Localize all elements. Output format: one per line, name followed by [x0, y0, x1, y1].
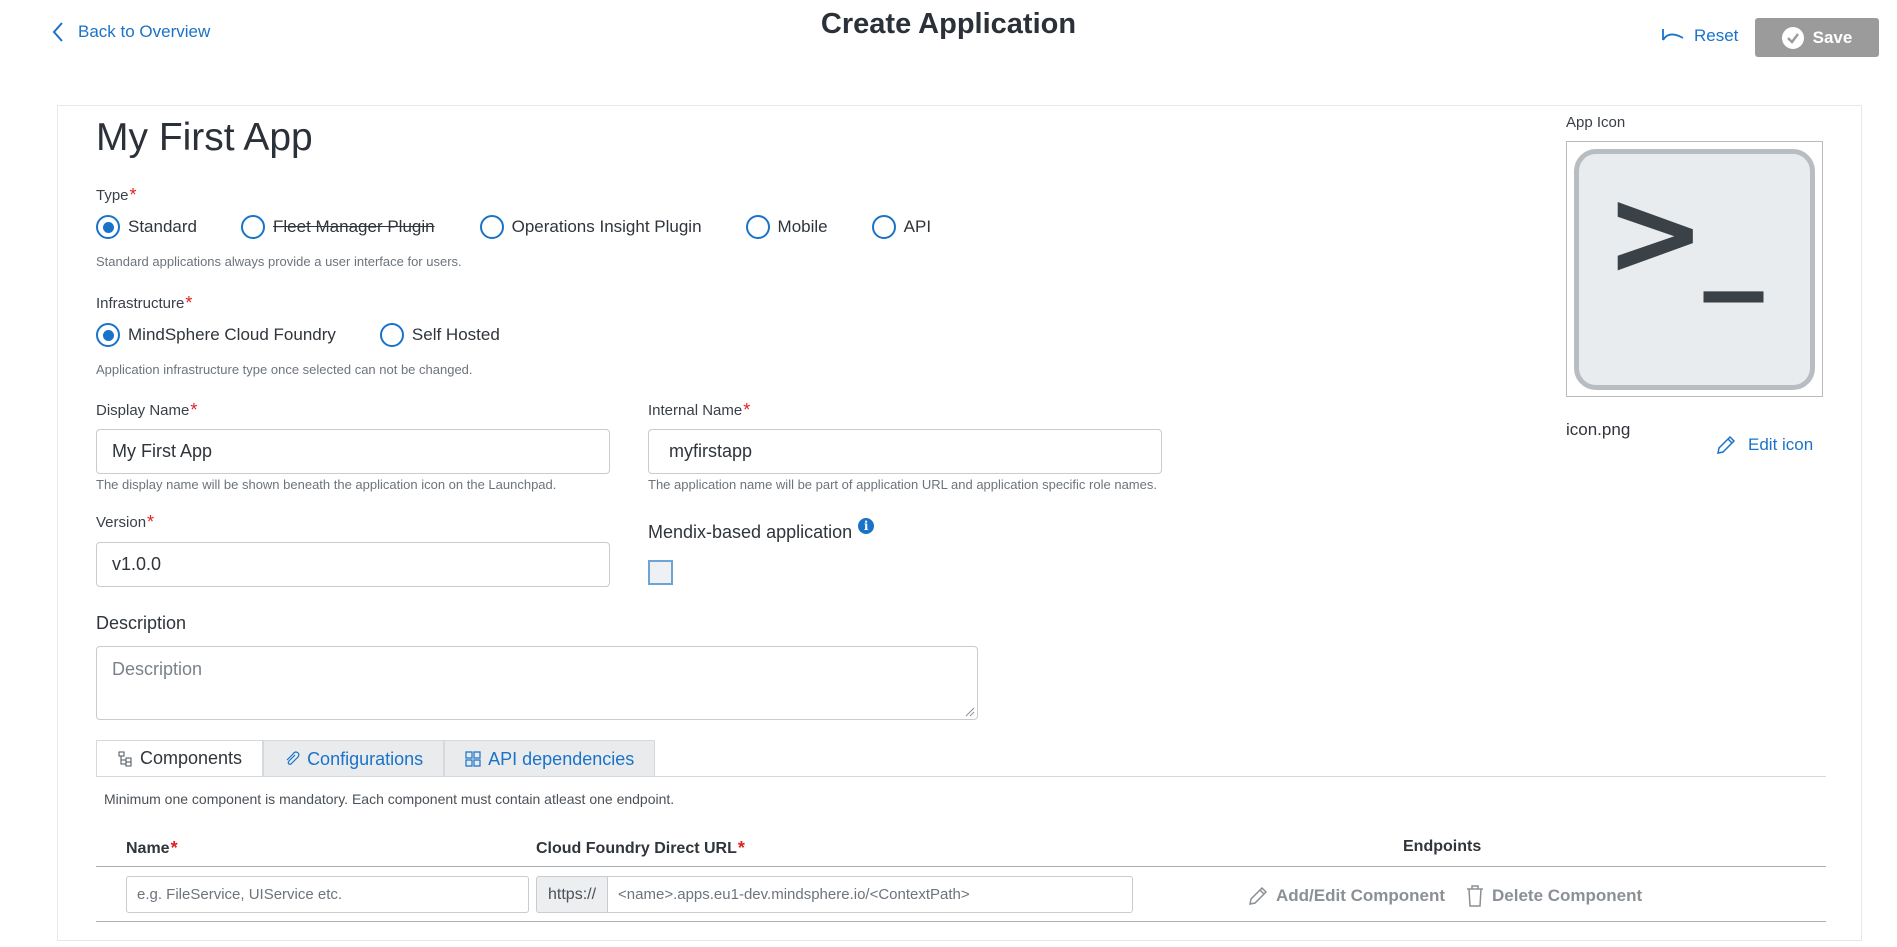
- type-radio-group: Standard Fleet Manager Plugin Operations…: [96, 215, 931, 239]
- icon-filename: icon.png: [1566, 420, 1631, 439]
- component-url-field: https:// <name>.apps.eu1-dev.mindsphere.…: [536, 876, 1134, 913]
- pencil-icon: [1717, 435, 1736, 454]
- infrastructure-label: Infrastructure*: [96, 293, 193, 313]
- resize-handle-icon[interactable]: [965, 707, 975, 717]
- column-header-url: Cloud Foundry Direct URL*: [536, 838, 745, 858]
- type-option-standard[interactable]: Standard: [96, 215, 197, 239]
- infrastructure-option-mindsphere-cloud-foundry[interactable]: MindSphere Cloud Foundry: [96, 323, 336, 347]
- add-edit-component-button[interactable]: Add/Edit Component: [1246, 884, 1445, 908]
- display-name-label: Display Name*: [96, 400, 198, 420]
- tree-icon: [118, 751, 132, 766]
- url-prefix: https://: [536, 876, 608, 913]
- column-header-endpoints: Endpoints: [1403, 838, 1482, 855]
- description-textarea[interactable]: Description: [96, 646, 978, 720]
- internal-name-input[interactable]: myfirstapp: [648, 429, 1162, 474]
- version-label: Version*: [96, 512, 155, 532]
- type-option-operations-insight-plugin[interactable]: Operations Insight Plugin: [479, 215, 702, 239]
- terminal-icon: >_: [1574, 148, 1815, 390]
- type-hint: Standard applications always provide a u…: [96, 254, 462, 269]
- display-name-hint: The display name will be shown beneath t…: [96, 477, 557, 492]
- infrastructure-hint: Application infrastructure type once sel…: [96, 362, 473, 377]
- internal-name-hint: The application name will be part of app…: [648, 477, 1157, 492]
- display-name-input[interactable]: My First App: [96, 429, 610, 474]
- tab-components[interactable]: Components: [96, 740, 264, 777]
- trash-icon: [1467, 885, 1483, 907]
- edit-icon-button[interactable]: Edit icon: [1714, 433, 1813, 457]
- internal-name-label: Internal Name*: [648, 400, 751, 420]
- type-label: Type*: [96, 185, 137, 205]
- undo-icon: [1662, 29, 1684, 41]
- grid-icon: [465, 751, 481, 767]
- type-option-fleet-manager-plugin[interactable]: Fleet Manager Plugin: [241, 215, 435, 239]
- delete-component-button[interactable]: Delete Component: [1464, 884, 1642, 908]
- info-icon[interactable]: i: [858, 518, 875, 534]
- checkmark-icon: [1781, 26, 1804, 49]
- components-note: Minimum one component is mandatory. Each…: [104, 791, 675, 807]
- table-header-divider: [96, 866, 1826, 867]
- save-button[interactable]: Save: [1755, 18, 1879, 57]
- mendix-label: Mendix-based application i: [648, 518, 875, 543]
- version-input[interactable]: v1.0.0: [96, 542, 610, 587]
- app-icon-preview: >_: [1566, 141, 1823, 397]
- component-url-input[interactable]: <name>.apps.eu1-dev.mindsphere.io/<Conte…: [607, 876, 1134, 913]
- mendix-checkbox[interactable]: [648, 560, 673, 585]
- infrastructure-option-self-hosted[interactable]: Self Hosted: [379, 323, 500, 347]
- pencil-icon: [1249, 886, 1268, 905]
- app-name-heading: My First App: [96, 116, 313, 159]
- reset-button[interactable]: Reset: [1660, 26, 1738, 46]
- tab-api-dependencies[interactable]: API dependencies: [444, 740, 656, 777]
- page-title: Create Application: [820, 8, 1077, 40]
- tab-bar: Components Configurations API dependenci…: [96, 740, 656, 777]
- infrastructure-radio-group: MindSphere Cloud Foundry Self Hosted: [96, 323, 500, 347]
- type-option-api[interactable]: API: [871, 215, 931, 239]
- tab-underline: [96, 776, 1826, 777]
- app-icon-label: App Icon: [1566, 114, 1626, 131]
- reset-label: Reset: [1694, 26, 1739, 45]
- type-option-mobile[interactable]: Mobile: [745, 215, 828, 239]
- tab-configurations[interactable]: Configurations: [263, 740, 445, 777]
- table-row-divider: [96, 921, 1826, 922]
- column-header-name: Name*: [126, 838, 178, 858]
- description-label: Description: [96, 613, 187, 633]
- save-label: Save: [1812, 27, 1853, 47]
- paperclip-icon: [286, 751, 300, 765]
- component-name-input[interactable]: e.g. FileService, UIService etc.: [126, 876, 529, 913]
